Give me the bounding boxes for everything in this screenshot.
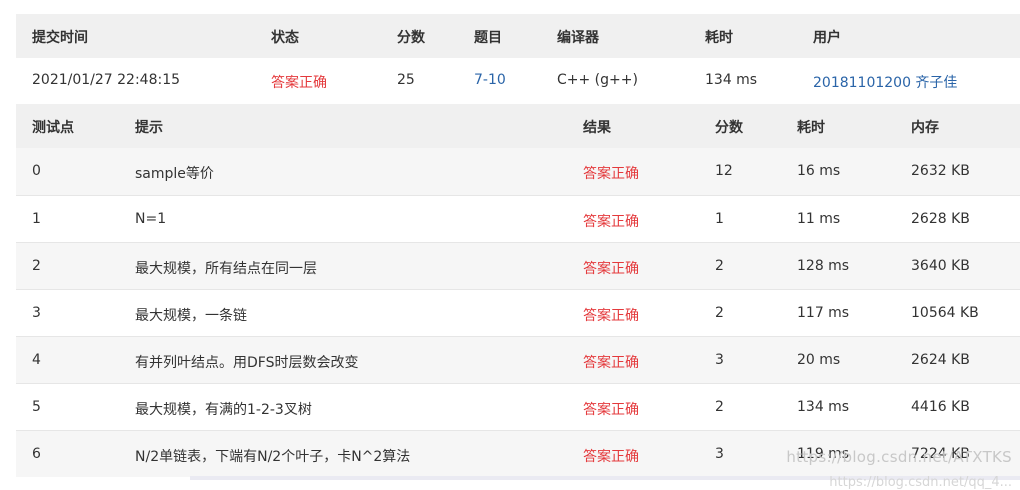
- elapsed-value: 134 ms: [705, 72, 758, 88]
- header-case-score: 分数: [715, 120, 743, 136]
- case-id: 3: [32, 305, 41, 321]
- case-score: 2: [715, 258, 724, 274]
- watermark-text-2: https://blog.csdn.net/qq_4...: [829, 475, 1012, 490]
- case-id: 4: [32, 352, 41, 368]
- case-hint: 有并列叶结点。用DFS时层数会改变: [135, 355, 359, 371]
- case-id: 1: [32, 211, 41, 227]
- case-id: 6: [32, 446, 41, 462]
- case-score: 2: [715, 399, 724, 415]
- test-row-0: 0 sample等价 答案正确 12 16 ms 2632 KB: [16, 148, 1020, 195]
- case-score: 3: [715, 352, 724, 368]
- case-memory: 3640 KB: [911, 258, 970, 274]
- status-accepted: 答案正确: [271, 75, 327, 91]
- header-case-elapsed: 耗时: [797, 120, 825, 136]
- case-result: 答案正确: [583, 166, 639, 182]
- header-memory: 内存: [911, 120, 939, 136]
- header-case: 测试点: [32, 120, 74, 136]
- watermark-text: https://blog.csdn.net/ATXTKS: [786, 448, 1012, 466]
- case-elapsed: 11 ms: [797, 211, 841, 227]
- header-result: 结果: [583, 120, 611, 136]
- case-memory: 2632 KB: [911, 163, 970, 179]
- test-row-1: 1 N=1 答案正确 1 11 ms 2628 KB: [16, 195, 1020, 243]
- test-cases-table: 测试点 提示 结果 分数 耗时 内存 0 sample等价 答案正确 12 16…: [16, 104, 1020, 477]
- header-hint: 提示: [135, 120, 163, 136]
- case-memory: 10564 KB: [911, 305, 979, 321]
- case-id: 2: [32, 258, 41, 274]
- case-elapsed: 134 ms: [797, 399, 850, 415]
- user-link[interactable]: 20181101200 齐子佳: [813, 72, 957, 92]
- case-hint: N=1: [135, 211, 167, 227]
- problem-link[interactable]: 7-10: [474, 72, 506, 88]
- case-score: 12: [715, 163, 733, 179]
- test-row-5: 5 最大规模，有满的1-2-3叉树 答案正确 2 134 ms 4416 KB: [16, 383, 1020, 431]
- test-header-row: 测试点 提示 结果 分数 耗时 内存: [16, 104, 1020, 148]
- case-hint: N/2单链表，下端有N/2个叶子，卡N^2算法: [135, 449, 411, 465]
- case-result: 答案正确: [583, 355, 639, 371]
- test-row-3: 3 最大规模，一条链 答案正确 2 117 ms 10564 KB: [16, 289, 1020, 337]
- case-memory: 2624 KB: [911, 352, 970, 368]
- compiler-value: C++ (g++): [557, 72, 638, 88]
- case-result: 答案正确: [583, 261, 639, 277]
- case-result: 答案正确: [583, 214, 639, 230]
- case-score: 1: [715, 211, 724, 227]
- case-hint: 最大规模，一条链: [135, 308, 247, 324]
- case-id: 0: [32, 163, 41, 179]
- test-row-2: 2 最大规模，所有结点在同一层 答案正确 2 128 ms 3640 KB: [16, 242, 1020, 290]
- case-hint: 最大规模，有满的1-2-3叉树: [135, 402, 312, 418]
- header-user: 用户: [813, 30, 841, 46]
- header-problem: 题目: [474, 30, 502, 46]
- case-memory: 2628 KB: [911, 211, 970, 227]
- case-result: 答案正确: [583, 308, 639, 324]
- case-hint: 最大规模，所有结点在同一层: [135, 261, 317, 277]
- test-row-4: 4 有并列叶结点。用DFS时层数会改变 答案正确 3 20 ms 2624 KB: [16, 336, 1020, 384]
- total-score: 25: [397, 72, 415, 88]
- header-score: 分数: [397, 30, 425, 46]
- header-compiler: 编译器: [557, 30, 599, 46]
- case-elapsed: 128 ms: [797, 258, 850, 274]
- submission-header-row: 提交时间 状态 分数 题目 编译器 耗时 用户: [16, 14, 1020, 58]
- case-elapsed: 117 ms: [797, 305, 850, 321]
- case-elapsed: 20 ms: [797, 352, 841, 368]
- case-result: 答案正确: [583, 449, 639, 465]
- submit-time: 2021/01/27 22:48:15: [32, 72, 181, 88]
- case-hint: sample等价: [135, 166, 214, 182]
- header-submit-time: 提交时间: [32, 30, 88, 46]
- case-result: 答案正确: [583, 402, 639, 418]
- case-memory: 4416 KB: [911, 399, 970, 415]
- submission-row: 2021/01/27 22:48:15 答案正确 25 7-10 C++ (g+…: [16, 58, 1020, 104]
- case-elapsed: 16 ms: [797, 163, 841, 179]
- case-score: 2: [715, 305, 724, 321]
- header-elapsed: 耗时: [705, 30, 733, 46]
- case-id: 5: [32, 399, 41, 415]
- case-score: 3: [715, 446, 724, 462]
- header-status: 状态: [271, 30, 299, 46]
